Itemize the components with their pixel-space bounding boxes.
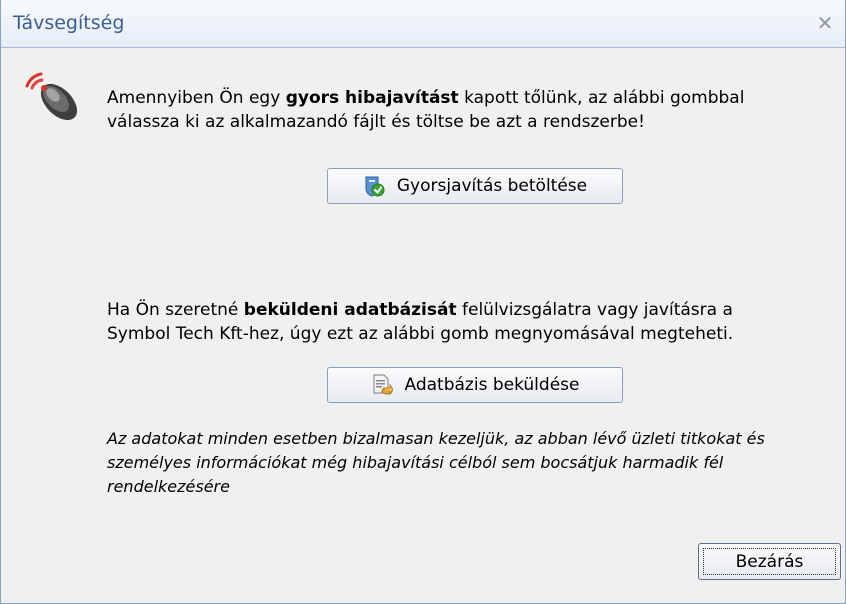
- shield-check-icon: [365, 176, 385, 197]
- hotfix-description: Amennyiben Ön egy gyors hibajavítást kap…: [107, 86, 845, 134]
- remote-assistance-dialog: Távsegítség ✕ Amennyiben Ön egy gyors hi…: [0, 0, 846, 604]
- hotfix-text-before: Amennyiben Ön egy: [107, 88, 286, 108]
- hotfix-text-bold: gyors hibajavítást: [285, 88, 459, 108]
- dialog-title: Távsegítség: [13, 12, 125, 34]
- send-database-button[interactable]: Adatbázis beküldése: [327, 367, 623, 403]
- remote-control-icon: [25, 72, 78, 121]
- focus-rectangle: [703, 548, 836, 575]
- load-hotfix-label: Gyorsjavítás betöltése: [396, 176, 588, 196]
- hotfix-text-after: kapott tőlünk, az alábbi gombbal: [458, 88, 745, 108]
- close-button[interactable]: Bezárás: [698, 543, 841, 580]
- load-hotfix-button[interactable]: Gyorsjavítás betöltése: [327, 168, 623, 204]
- privacy-note: Az adatokat minden esetben bizalmasan ke…: [107, 429, 765, 496]
- database-text-line2: Symbol Tech Kft-hez, úgy ezt az alábbi g…: [107, 324, 734, 344]
- database-text-bold: beküldeni adatbázisát: [243, 300, 457, 320]
- title-bar[interactable]: Távsegítség ✕: [1, 0, 845, 48]
- database-text-before: Ha Ön szeretné: [107, 300, 244, 320]
- database-description: Ha Ön szeretné beküldeni adatbázisát fel…: [107, 298, 845, 346]
- hotfix-text-line2: válassza ki az alkalmazandó fájlt és töl…: [107, 112, 645, 132]
- dialog-content: Amennyiben Ön egy gyors hibajavítást kap…: [1, 49, 845, 603]
- database-text-after: felülvizsgálatra vagy javításra a: [456, 300, 733, 320]
- send-database-label: Adatbázis beküldése: [404, 375, 580, 395]
- database-send-icon: [373, 374, 393, 396]
- close-icon[interactable]: ✕: [813, 12, 837, 34]
